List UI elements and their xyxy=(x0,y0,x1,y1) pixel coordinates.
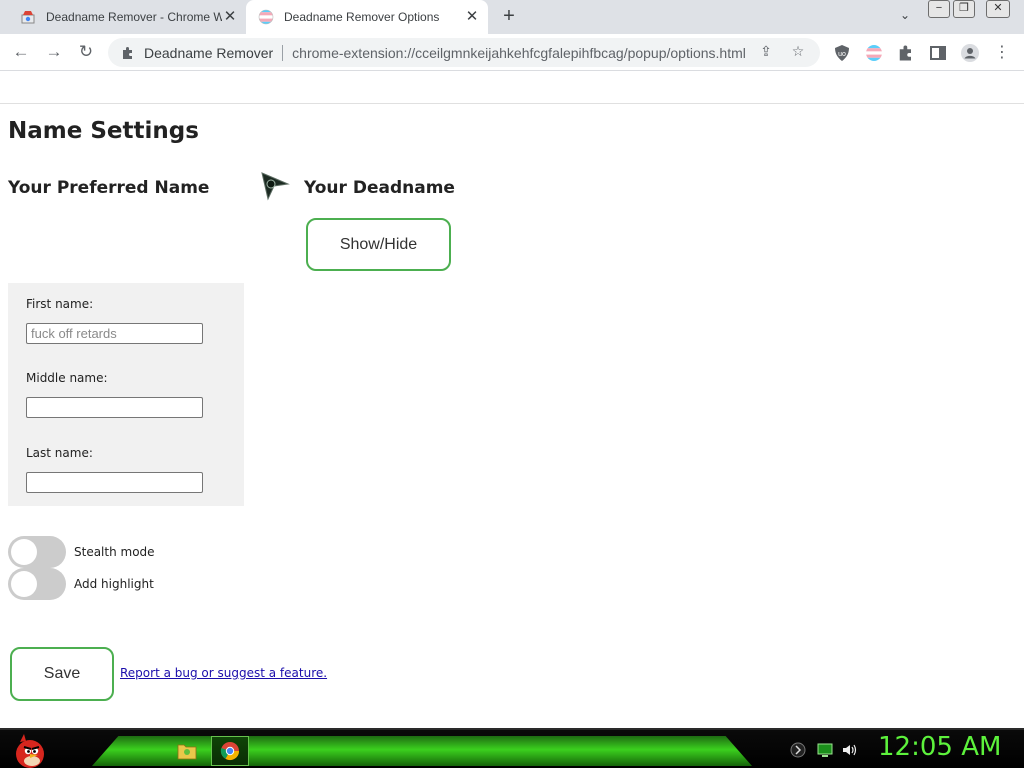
first-name-input[interactable] xyxy=(26,323,203,344)
preferred-name-form: First name: Middle name: Last name: xyxy=(8,283,244,506)
tray-monitor-icon[interactable] xyxy=(817,742,833,758)
deadname-heading: Your Deadname xyxy=(304,178,455,198)
tab-title: Deadname Remover - Chrome W xyxy=(46,10,222,24)
add-highlight-toggle[interactable] xyxy=(8,568,66,600)
extension-puzzle-icon xyxy=(123,46,132,59)
stealth-mode-row: Stealth mode xyxy=(8,536,155,568)
window-close-button[interactable]: ✕ xyxy=(986,0,1010,18)
share-icon[interactable]: ⇪ xyxy=(756,43,776,63)
tray-network-icon[interactable] xyxy=(790,742,806,758)
side-panel-icon[interactable] xyxy=(928,43,948,63)
report-bug-link[interactable]: Report a bug or suggest a feature. xyxy=(120,666,327,680)
preferred-name-heading: Your Preferred Name xyxy=(8,178,210,198)
save-button[interactable]: Save xyxy=(10,647,114,701)
stealth-mode-toggle[interactable] xyxy=(8,536,66,568)
omnibox-divider xyxy=(282,44,284,61)
options-page: Name Settings Your Preferred Name Your D… xyxy=(0,103,1024,728)
site-name: Deadname Remover xyxy=(144,44,274,61)
tab-deadname-remover-store[interactable]: Deadname Remover - Chrome W ✕ xyxy=(8,0,246,34)
middle-name-input[interactable] xyxy=(26,397,203,418)
kebab-menu-icon[interactable]: ⋮ xyxy=(992,43,1012,63)
taskbar: 12:05 AM xyxy=(0,728,1024,768)
close-tab-icon[interactable]: ✕ xyxy=(464,9,480,25)
taskbar-file-manager[interactable] xyxy=(168,736,206,766)
last-name-input[interactable] xyxy=(26,472,203,493)
toggle-knob xyxy=(11,571,37,597)
ublock-shield-icon[interactable]: uo xyxy=(832,43,852,63)
profile-avatar-icon[interactable] xyxy=(960,43,980,63)
stealth-mode-label: Stealth mode xyxy=(74,545,155,559)
close-tab-icon[interactable]: ✕ xyxy=(222,9,238,25)
tab-title: Deadname Remover Options xyxy=(284,10,440,24)
extensions-puzzle-icon[interactable] xyxy=(896,43,916,63)
trans-flag-icon xyxy=(258,9,274,25)
new-tab-button[interactable]: + xyxy=(498,6,520,28)
mouse-cursor-icon xyxy=(261,172,290,201)
tab-strip: Deadname Remover - Chrome W ✕ Deadname R… xyxy=(0,0,1024,34)
folder-icon xyxy=(177,744,197,760)
middle-name-label: Middle name: xyxy=(26,371,108,385)
tab-search-chevron-icon[interactable]: ⌄ xyxy=(896,8,914,26)
forward-arrow-icon[interactable]: → xyxy=(42,40,66,64)
taskbar-chrome[interactable] xyxy=(211,736,249,766)
chrome-web-store-icon xyxy=(21,11,35,24)
tray-volume-icon[interactable] xyxy=(841,742,857,758)
taskbar-clock[interactable]: 12:05 AM xyxy=(878,732,1001,762)
minimize-button[interactable]: − xyxy=(928,0,950,18)
chrome-icon xyxy=(220,742,239,761)
add-highlight-label: Add highlight xyxy=(74,577,154,591)
browser-toolbar: ← → ↻ Deadname Remover chrome-extension:… xyxy=(0,34,1024,71)
angry-bird-start-icon[interactable] xyxy=(8,730,48,770)
reload-icon[interactable]: ↻ xyxy=(74,40,98,64)
restore-button[interactable]: ❐ xyxy=(953,0,975,18)
last-name-label: Last name: xyxy=(26,446,93,460)
page-title: Name Settings xyxy=(8,118,199,144)
trans-flag-extension-icon[interactable] xyxy=(864,43,884,63)
url-text[interactable]: chrome-extension://cceilgmnkeijahkehfcgf… xyxy=(292,45,756,61)
address-bar[interactable]: Deadname Remover chrome-extension://ccei… xyxy=(108,38,820,67)
show-hide-button[interactable]: Show/Hide xyxy=(306,218,451,271)
first-name-label: First name: xyxy=(26,297,94,311)
bookmark-star-icon[interactable]: ☆ xyxy=(788,43,808,63)
back-arrow-icon[interactable]: ← xyxy=(9,40,33,64)
tab-options[interactable]: Deadname Remover Options ✕ xyxy=(246,0,488,34)
add-highlight-row: Add highlight xyxy=(8,568,154,600)
svg-text:uo: uo xyxy=(838,51,846,58)
toggle-knob xyxy=(11,539,37,565)
